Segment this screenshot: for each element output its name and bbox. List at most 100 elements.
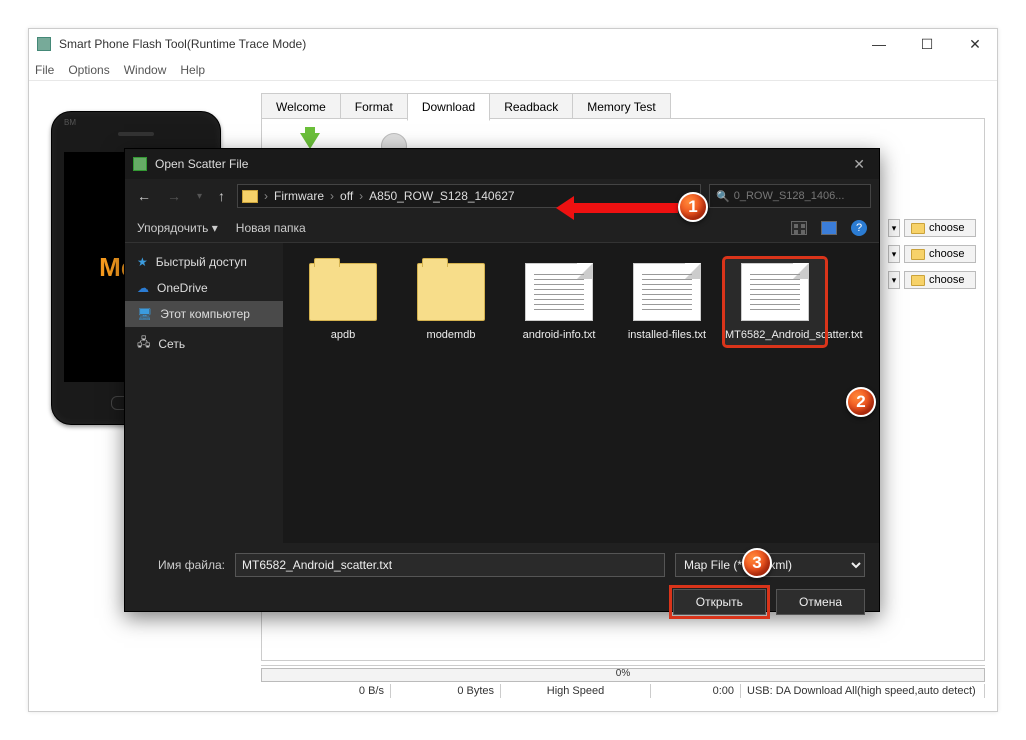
file-label: MT6582_Android_scatter.txt [725,329,863,341]
sidebar-quick-access[interactable]: ★ Быстрый доступ [125,249,283,275]
choose-button-3[interactable]: choose [904,271,976,289]
folder-apdb[interactable]: apdb [291,257,395,347]
filename-input[interactable] [235,553,665,577]
titlebar: Smart Phone Flash Tool(Runtime Trace Mod… [29,29,997,59]
dropdown-arrow[interactable]: ▾ [888,245,900,263]
status-bytes: 0 Bytes [391,684,501,698]
file-installed-files[interactable]: installed-files.txt [615,257,719,347]
dialog-nav: ← → ▾ ↑ › Firmware › off › A850_ROW_S128… [125,179,879,213]
progress-percent: 0% [262,668,984,679]
status-mode: USB: DA Download All(high speed,auto det… [741,684,985,698]
view-preview-button[interactable] [821,221,837,235]
sidebar: ★ Быстрый доступ ☁ OneDrive 🖥 Этот компьюте… [125,243,283,543]
status-time: 0:00 [651,684,741,698]
phone-earpiece [118,132,154,136]
organize-button[interactable]: Упорядочить ▾ [137,221,218,235]
new-folder-button[interactable]: Новая папка [236,221,306,235]
choose-label: choose [929,222,964,234]
file-android-info[interactable]: android-info.txt [507,257,611,347]
tab-readback[interactable]: Readback [489,93,573,121]
sidebar-network[interactable]: 🖧 Сеть [125,327,283,360]
dialog-titlebar: Open Scatter File ✕ [125,149,879,179]
maximize-button[interactable]: ☐ [917,36,937,53]
choose-label: choose [929,248,964,260]
file-label: modemdb [427,329,476,341]
sidebar-label: OneDrive [157,281,208,295]
nav-back-button[interactable]: ← [133,184,155,208]
search-placeholder: 0_ROW_S128_1406... [734,190,845,202]
folder-icon [911,223,925,234]
file-label: installed-files.txt [628,329,706,341]
dialog-close-button[interactable]: ✕ [847,156,871,173]
tabbar: Welcome Format Download Readback Memory … [261,93,670,121]
pc-icon: 🖥 [137,307,152,321]
open-file-dialog: Open Scatter File ✕ ← → ▾ ↑ › Firmware ›… [124,148,880,612]
dialog-icon [133,157,147,171]
callout-3: 3 [742,548,772,578]
phone-bm-label: BM [64,118,76,127]
view-icons-button[interactable] [791,221,807,235]
tab-download[interactable]: Download [407,93,490,121]
dialog-body: ★ Быстрый доступ ☁ OneDrive 🖥 Этот компьюте… [125,243,879,543]
menu-file[interactable]: File [35,63,54,77]
callout-1: 1 [678,192,708,222]
file-scatter[interactable]: MT6582_Android_scatter.txt [723,257,827,347]
folder-icon [309,263,377,321]
dialog-title: Open Scatter File [155,157,248,171]
nav-forward-button[interactable]: → [163,184,185,208]
tab-memory-test[interactable]: Memory Test [572,93,670,121]
choose-rows: ▾ choose ▾ choose ▾ choose [888,219,976,289]
choose-label: choose [929,274,964,286]
dialog-toolbar: Упорядочить ▾ Новая папка ? [125,213,879,243]
file-label: apdb [331,329,355,341]
choose-button-2[interactable]: choose [904,245,976,263]
folder-icon [911,275,925,286]
choose-button-1[interactable]: choose [904,219,976,237]
menu-window[interactable]: Window [124,63,167,77]
open-button[interactable]: Открыть [673,589,766,615]
sidebar-this-pc[interactable]: 🖥 Этот компьютер [125,301,283,327]
crumb-a850[interactable]: A850_ROW_S128_140627 [365,189,518,203]
folder-icon [911,249,925,260]
dropdown-arrow[interactable]: ▾ [888,219,900,237]
help-button[interactable]: ? [851,220,867,236]
sidebar-label: Быстрый доступ [156,255,247,269]
menu-help[interactable]: Help [180,63,205,77]
sidebar-onedrive[interactable]: ☁ OneDrive [125,275,283,301]
folder-icon [417,263,485,321]
file-list[interactable]: apdb modemdb android-info.txt installed-… [283,243,879,543]
cloud-icon: ☁ [137,281,149,295]
folder-icon [242,190,258,203]
file-icon [741,263,809,321]
sidebar-label: Этот компьютер [160,307,250,321]
crumb-off[interactable]: off [336,189,357,203]
star-icon: ★ [137,255,148,269]
nav-recent-button[interactable]: ▾ [193,187,206,206]
nav-up-button[interactable]: ↑ [214,184,229,208]
progress-bar: 0% [261,668,985,682]
app-icon [37,37,51,51]
menu-options[interactable]: Options [68,63,109,77]
sidebar-label: Сеть [158,337,185,351]
callout-2: 2 [846,387,876,417]
crumb-firmware[interactable]: Firmware [270,189,328,203]
status-speed: High Speed [501,684,651,698]
file-icon [633,263,701,321]
file-label: android-info.txt [523,329,596,341]
search-icon: 🔍 [716,190,730,203]
filename-label: Имя файла: [139,558,225,572]
window-title: Smart Phone Flash Tool(Runtime Trace Mod… [59,37,306,51]
tab-welcome[interactable]: Welcome [261,93,341,121]
dropdown-arrow[interactable]: ▾ [888,271,900,289]
file-icon [525,263,593,321]
download-icon [300,133,320,149]
tab-format[interactable]: Format [340,93,408,121]
network-icon: 🖧 [137,333,150,354]
close-button[interactable]: ✕ [965,36,985,53]
menubar: File Options Window Help [29,59,997,81]
search-input[interactable]: 🔍 0_ROW_S128_1406... [709,184,871,208]
status-bar: 0% 0 B/s 0 Bytes High Speed 0:00 USB: DA… [261,665,985,699]
minimize-button[interactable]: — [869,36,889,53]
folder-modemdb[interactable]: modemdb [399,257,503,347]
cancel-button[interactable]: Отмена [776,589,865,615]
